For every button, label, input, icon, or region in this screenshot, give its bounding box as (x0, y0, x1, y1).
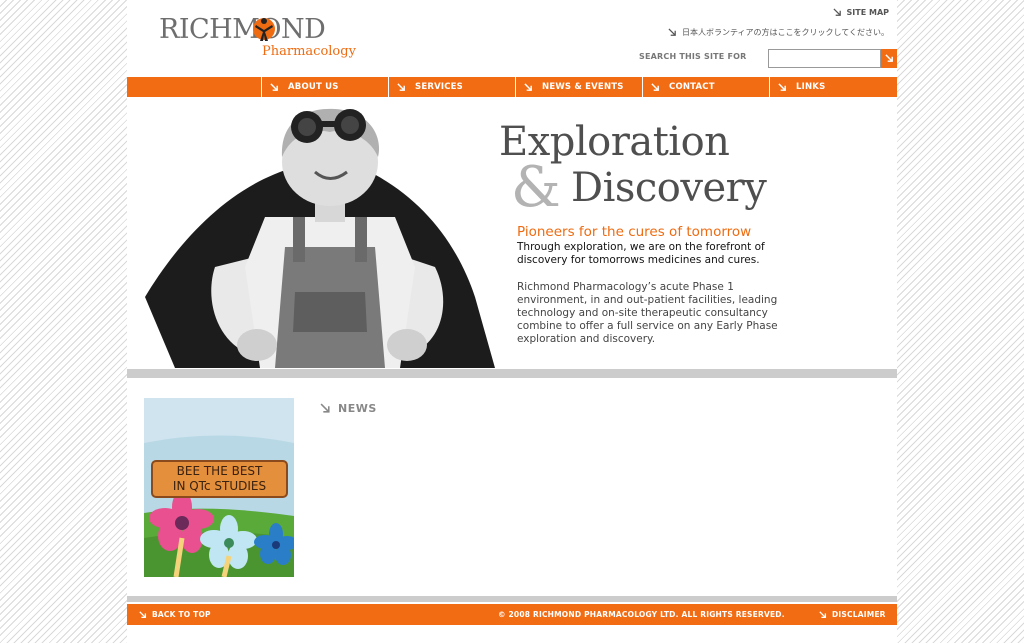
promo-line-1: BEE THE BEST (176, 464, 263, 478)
back-to-top-label: BACK TO TOP (152, 610, 211, 619)
nav-item-services[interactable]: SERVICES (389, 77, 516, 97)
qtc-promo-banner[interactable]: BEE THE BEST IN QTc STUDIES (144, 398, 294, 577)
page-container: RICHMOND Pharmacology SITE MAP 日本人ボランティア… (127, 0, 897, 643)
news-heading[interactable]: NEWS (320, 402, 377, 415)
sitemap-link[interactable]: SITE MAP (832, 8, 889, 17)
arrow-down-right-icon (884, 54, 893, 62)
hero-title-line2: Discovery (571, 165, 767, 211)
promo-sign: BEE THE BEST IN QTc STUDIES (151, 460, 288, 498)
nav-item-news-events[interactable]: NEWS & EVENTS (516, 77, 643, 97)
logo-main: RICHMOND (159, 14, 326, 45)
nav-label: LINKS (796, 82, 826, 92)
search-input[interactable] (768, 49, 881, 68)
copyright-text: © 2008 RICHMOND PHARMACOLOGY LTD. ALL RI… (498, 604, 785, 625)
japanese-link-label: 日本人ボランティアの方はここをクリックしてください。 (681, 28, 889, 37)
main-nav: ABOUT US SERVICES NEWS & EVENTS CONTACT … (127, 77, 897, 97)
nav-label: NEWS & EVENTS (542, 82, 624, 92)
arrow-down-right-icon (651, 82, 659, 91)
footer-divider-band (127, 596, 897, 602)
hero-tagline: Pioneers for the cures of tomorrow (517, 224, 752, 240)
person-figure-icon (253, 18, 275, 41)
arrow-down-right-icon (320, 403, 330, 413)
arrow-down-right-icon (668, 28, 676, 36)
logo-subtitle: Pharmacology (262, 44, 356, 59)
divider-band (127, 369, 897, 378)
japanese-volunteer-link[interactable]: 日本人ボランティアの方はここをクリックしてください。 (668, 27, 889, 38)
arrow-down-right-icon (819, 610, 827, 618)
logo[interactable]: RICHMOND Pharmacology (159, 14, 359, 64)
promo-line-2: IN QTc STUDIES (172, 479, 267, 493)
arrow-down-right-icon (778, 82, 786, 91)
news-label: NEWS (338, 402, 377, 415)
arrow-down-right-icon (270, 82, 278, 91)
nav-item-contact[interactable]: CONTACT (643, 77, 770, 97)
back-to-top-link[interactable]: BACK TO TOP (139, 604, 211, 625)
arrow-down-right-icon (397, 82, 405, 91)
nav-label: SERVICES (415, 82, 463, 92)
nav-item-about-us[interactable]: ABOUT US (262, 77, 389, 97)
nav-spacer (127, 77, 262, 97)
nav-label: CONTACT (669, 82, 715, 92)
hero-lead-text: Through exploration, we are on the foref… (517, 241, 765, 266)
search-label: SEARCH THIS SITE FOR (639, 52, 747, 61)
hero-body-text: Richmond Pharmacology’s acute Phase 1 en… (517, 281, 778, 345)
arrow-down-right-icon (832, 8, 841, 16)
disclaimer-label: DISCLAIMER (832, 610, 886, 619)
arrow-down-right-icon (524, 82, 532, 91)
search-button[interactable] (881, 49, 897, 68)
hero-banner: Exploration & Discovery Pioneers for the… (127, 97, 897, 368)
nav-item-links[interactable]: LINKS (770, 77, 897, 97)
copyright-label: © 2008 RICHMOND PHARMACOLOGY LTD. ALL RI… (498, 610, 785, 619)
sitemap-label: SITE MAP (846, 8, 889, 17)
hero-title-ampersand: & (511, 155, 561, 220)
nav-label: ABOUT US (288, 82, 339, 92)
arrow-down-right-icon (139, 610, 147, 618)
disclaimer-link[interactable]: DISCLAIMER (819, 604, 886, 625)
logo-text: RICHMOND (159, 14, 326, 45)
hero-child-image (145, 108, 495, 368)
footer: BACK TO TOP © 2008 RICHMOND PHARMACOLOGY… (127, 604, 897, 625)
